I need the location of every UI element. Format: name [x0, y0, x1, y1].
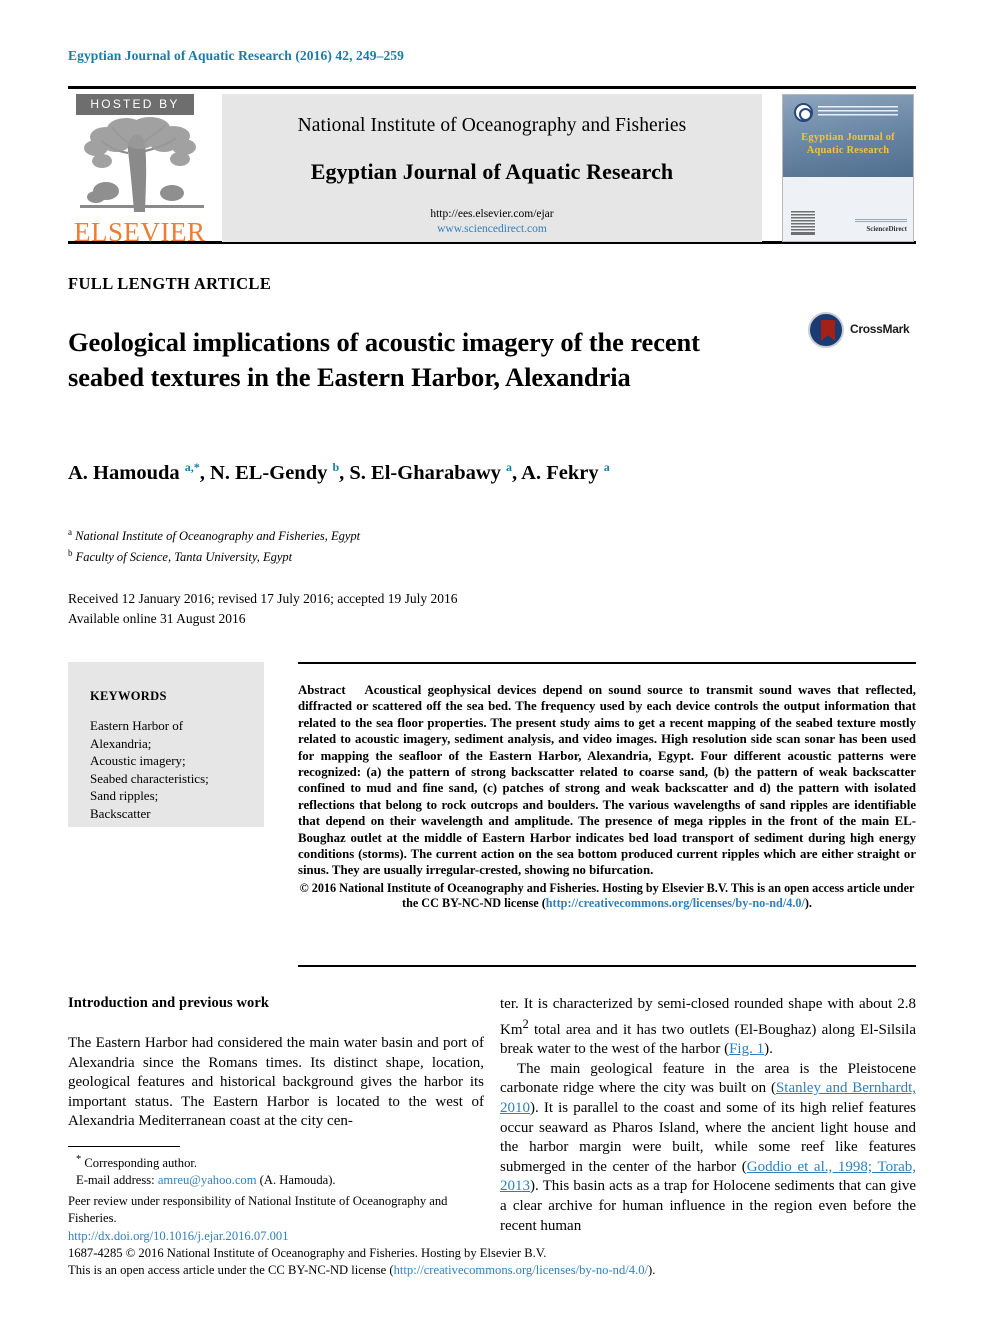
keyword-item: Sand ripples;	[90, 788, 159, 803]
abstract-copyright: © 2016 National Institute of Oceanograph…	[298, 881, 916, 912]
keyword-item: Backscatter	[90, 805, 151, 821]
body-column-left: Introduction and previous work The Easte…	[68, 995, 484, 1132]
figure-reference-link[interactable]: Fig. 1	[729, 1041, 764, 1057]
email-link[interactable]: amreu@yahoo.com	[158, 1173, 257, 1187]
author-list: A. Hamouda a,*, N. EL-Gendy b, S. El-Gha…	[68, 460, 610, 484]
license-post: ).	[648, 1262, 656, 1277]
received-dates: Received 12 January 2016; revised 17 Jul…	[68, 591, 458, 606]
corresponding-author-text: Corresponding author.	[84, 1156, 198, 1171]
hosted-by-banner: HOSTED BY	[76, 94, 194, 115]
email-author-suffix: (A. Hamouda).	[259, 1172, 336, 1187]
footnote-divider	[68, 1146, 180, 1147]
keywords-box: KEYWORDS Eastern Harbor of Alexandria; A…	[68, 662, 264, 827]
keyword-item: Eastern Harbor of	[90, 718, 184, 733]
intro-paragraph-right-1: ter. It is characterized by semi-closed …	[500, 995, 916, 1060]
running-head: Egyptian Journal of Aquatic Research (20…	[68, 48, 405, 63]
institute-seal-icon	[794, 103, 813, 122]
cover-brand-name: ScienceDirect	[866, 225, 907, 233]
abstract-label: Abstract	[298, 683, 346, 697]
footnote-block: * Corresponding author. E-mail address: …	[68, 1146, 488, 1226]
affiliation-list: a National Institute of Oceanography and…	[68, 527, 361, 565]
abstract-text: Acoustical geophysical devices depend on…	[298, 683, 916, 878]
cc-license-link[interactable]: http://creativecommons.org/licenses/by-n…	[546, 896, 805, 910]
cover-title-line-1: Egyptian Journal of	[801, 132, 895, 143]
cover-title-line-2: Aquatic Research	[806, 145, 890, 156]
publication-dates: Received 12 January 2016; revised 17 Jul…	[68, 589, 458, 628]
body-column-right: ter. It is characterized by semi-closed …	[500, 995, 916, 1236]
rp2-post: ). This basin acts as a trap for Holocen…	[500, 1178, 916, 1234]
journal-masthead: HOSTED BY ELSEVIER National Institute of…	[68, 86, 916, 247]
article-page: Egyptian Journal of Aquatic Research (20…	[0, 0, 992, 1323]
intro-paragraph-left: The Eastern Harbor had considered the ma…	[68, 1035, 484, 1130]
email-note: E-mail address: amreu@yahoo.com (A. Hamo…	[76, 1172, 488, 1189]
license-line: This is an open access article under the…	[68, 1262, 768, 1279]
article-type-label: FULL LENGTH ARTICLE	[68, 274, 272, 293]
issn-copyright-line: 1687-4285 © 2016 National Institute of O…	[68, 1245, 547, 1260]
cover-brand-lines	[855, 219, 907, 223]
seal-caption-lines	[818, 106, 898, 118]
crossmark-badge[interactable]: CrossMark	[808, 310, 912, 350]
keyword-item: Acoustic imagery;	[90, 753, 186, 768]
elsevier-logo-block: HOSTED BY ELSEVIER	[70, 94, 218, 247]
institute-name: National Institute of Oceanography and F…	[297, 115, 687, 136]
journal-cover-thumbnail: Egyptian Journal of Aquatic Research Sci…	[782, 94, 914, 242]
journal-title: Egyptian Journal of Aquatic Research	[310, 159, 674, 184]
affiliation-b: Faculty of Science, Tanta University, Eg…	[75, 550, 293, 565]
page-title: Geological implications of acoustic imag…	[68, 326, 700, 392]
license-pre: This is an open access article under the…	[68, 1262, 394, 1277]
corresponding-author-note: * Corresponding author.	[76, 1154, 198, 1171]
abstract-body: Abstract Acoustical geophysical devices …	[298, 682, 916, 879]
journal-title-panel: National Institute of Oceanography and F…	[222, 94, 762, 242]
submission-url[interactable]: http://ees.elsevier.com/ejar	[222, 207, 762, 222]
affiliation-a: National Institute of Oceanography and F…	[75, 529, 361, 544]
crossmark-icon	[808, 312, 844, 348]
doi-link[interactable]: http://dx.doi.org/10.1016/j.ejar.2016.07…	[68, 1228, 768, 1245]
email-label: E-mail address:	[76, 1172, 155, 1187]
page-footer: http://dx.doi.org/10.1016/j.ejar.2016.07…	[68, 1228, 768, 1278]
section-heading-introduction: Introduction and previous work	[68, 995, 270, 1011]
available-online-date: Available online 31 August 2016	[68, 610, 246, 626]
crossmark-label: CrossMark	[850, 322, 910, 336]
sciencedirect-url[interactable]: www.sciencedirect.com	[222, 222, 762, 237]
rp1-mid: total area and it has two outlets (El-Bo…	[500, 1021, 916, 1058]
keyword-item: Alexandria;	[90, 735, 152, 751]
cover-elsevier-icon	[791, 211, 815, 235]
keywords-list: Eastern Harbor of Alexandria; Acoustic i…	[90, 717, 264, 822]
rp1-post: ).	[764, 1041, 773, 1058]
peer-review-note: Peer review under responsibility of Nati…	[68, 1194, 448, 1225]
footer-cc-license-link[interactable]: http://creativecommons.org/licenses/by-n…	[394, 1263, 648, 1277]
copyright-tail: ).	[804, 896, 812, 911]
elsevier-tree-icon	[72, 117, 218, 222]
intro-paragraph-right-2: The main geological feature in the area …	[500, 1060, 916, 1236]
keyword-item: Seabed characteristics;	[90, 770, 209, 786]
keywords-heading: KEYWORDS	[90, 689, 167, 703]
abstract-section: Abstract Acoustical geophysical devices …	[298, 662, 916, 967]
elsevier-wordmark: ELSEVIER	[74, 217, 206, 247]
